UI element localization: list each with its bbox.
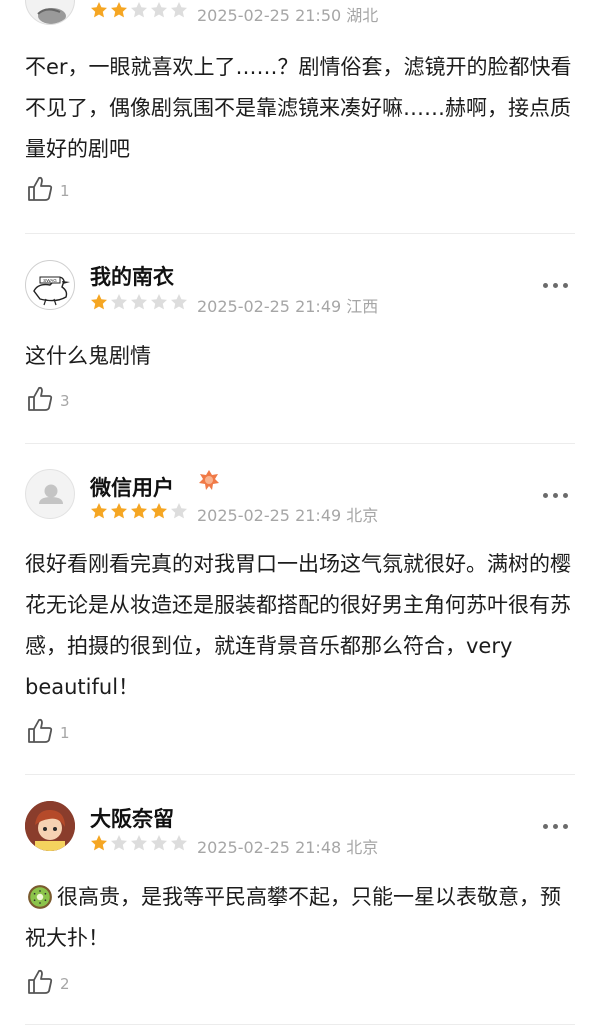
review-text: 这什么鬼剧情	[25, 344, 151, 368]
more-options-button[interactable]	[540, 279, 570, 291]
review-meta: 2025-02-25 21:48 北京	[197, 834, 378, 858]
star-empty-icon	[151, 294, 167, 310]
review-datetime: 2025-02-25 21:49	[197, 297, 342, 316]
star-empty-icon	[131, 835, 147, 851]
like-button[interactable]: 1	[26, 718, 70, 748]
username[interactable]: 我的南衣	[90, 261, 174, 291]
review-datetime: 2025-02-25 21:49	[197, 506, 342, 525]
like-button[interactable]: 2	[26, 969, 70, 999]
avatar[interactable]: SWAG	[25, 260, 75, 310]
star-filled-icon	[111, 2, 127, 18]
rating-stars	[90, 834, 188, 854]
dot-icon	[552, 282, 558, 288]
default-avatar-image	[39, 484, 63, 504]
star-empty-icon	[151, 835, 167, 851]
rating-stars	[90, 502, 188, 522]
duck-avatar-image: SWAG	[33, 276, 70, 306]
like-button[interactable]: 1	[26, 176, 70, 206]
thumbs-up-icon	[26, 175, 54, 207]
star-empty-icon	[171, 2, 187, 18]
badge-icon	[199, 470, 219, 490]
dot-icon	[552, 492, 558, 498]
star-filled-icon	[91, 835, 107, 851]
review-text: 不er，一眼就喜欢上了……？剧情俗套，滤镜开的脸都快看不见了，偶像剧氛围不是靠滤…	[25, 55, 572, 161]
dot-icon	[552, 823, 558, 829]
dot-icon	[562, 282, 568, 288]
avatar[interactable]	[25, 801, 75, 851]
review-location: 北京	[346, 506, 379, 525]
divider	[25, 443, 575, 444]
dot-icon	[562, 823, 568, 829]
divider	[25, 233, 575, 234]
review-meta: 2025-02-25 21:49 江西	[197, 293, 378, 317]
divider	[25, 774, 575, 775]
thumbs-up-icon	[26, 717, 54, 749]
more-options-button[interactable]	[540, 489, 570, 501]
star-filled-icon	[111, 503, 127, 519]
like-button[interactable]: 3	[26, 386, 70, 416]
svg-text:SWAG: SWAG	[43, 278, 57, 283]
thumbs-up-icon	[26, 968, 54, 1000]
review-location: 江西	[346, 297, 379, 316]
star-empty-icon	[171, 835, 187, 851]
like-count: 2	[60, 975, 70, 993]
dot-icon	[542, 492, 548, 498]
review-text: 很好看刚看完真的对我胃口一出场这气氛就很好。满树的樱花无论是从妆造还是服装都搭配…	[25, 552, 571, 699]
review-text: 很高贵，是我等平民高攀不起，只能一星以表敬意，预祝大扑！	[25, 885, 561, 950]
dot-icon	[562, 492, 568, 498]
like-count: 1	[60, 182, 70, 200]
star-empty-icon	[111, 835, 127, 851]
star-empty-icon	[131, 2, 147, 18]
rating-stars	[90, 1, 188, 21]
review-meta: 2025-02-25 21:49 北京	[197, 502, 378, 526]
star-filled-icon	[91, 294, 107, 310]
star-empty-icon	[151, 2, 167, 18]
review-datetime: 2025-02-25 21:48	[197, 838, 342, 857]
username[interactable]: 微信用户	[90, 472, 174, 502]
review-location: 北京	[346, 838, 379, 857]
like-count: 3	[60, 392, 70, 410]
more-options-button[interactable]	[540, 820, 570, 832]
star-empty-icon	[131, 294, 147, 310]
dot-icon	[542, 823, 548, 829]
review-datetime: 2025-02-25 21:50	[197, 6, 342, 25]
avatar[interactable]	[25, 469, 75, 519]
rating-stars	[90, 293, 188, 313]
thumbs-up-icon	[26, 385, 54, 417]
star-empty-icon	[171, 503, 187, 519]
review-meta: 2025-02-25 21:50 湖北	[197, 2, 378, 26]
star-empty-icon	[171, 294, 187, 310]
like-count: 1	[60, 724, 70, 742]
user-avatar-image	[37, 8, 66, 24]
star-filled-icon	[151, 503, 167, 519]
username[interactable]: 大阪奈留	[90, 803, 174, 833]
anime-avatar-image	[25, 801, 75, 851]
review-location: 湖北	[346, 6, 379, 25]
dot-icon	[542, 282, 548, 288]
star-filled-icon	[91, 2, 107, 18]
divider	[25, 1024, 575, 1025]
star-filled-icon	[91, 503, 107, 519]
star-empty-icon	[111, 294, 127, 310]
star-filled-icon	[131, 503, 147, 519]
avatar[interactable]	[25, 0, 75, 25]
